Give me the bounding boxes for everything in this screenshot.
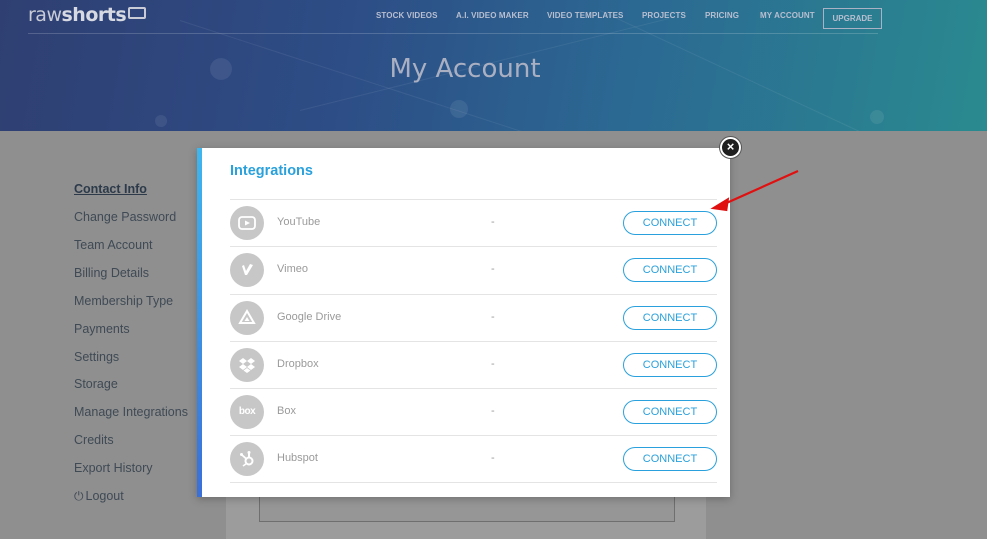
site-header: rawshorts STOCK VIDEOS A.I. VIDEO MAKER … (0, 0, 987, 131)
sidebar-item-contact-info[interactable]: Contact Info (74, 182, 147, 196)
integration-row-hubspot: Hubspot - CONNECT (230, 435, 717, 483)
upgrade-button[interactable]: UPGRADE (823, 8, 882, 29)
integration-name: Box (277, 405, 296, 418)
integration-row-vimeo: Vimeo - CONNECT (230, 246, 717, 293)
integration-row-box: box Box - CONNECT (230, 388, 717, 435)
integration-status: - (491, 405, 495, 418)
integration-status: - (491, 357, 495, 370)
modal-close-button[interactable]: × (720, 137, 741, 158)
rawshorts-logo[interactable]: rawshorts (28, 4, 147, 26)
power-icon: ⏻ (74, 489, 84, 503)
integration-name: Google Drive (277, 310, 342, 323)
connect-dropbox-button[interactable]: CONNECT (623, 352, 717, 377)
nav-video-templates[interactable]: VIDEO TEMPLATES (547, 11, 623, 20)
header-divider (28, 33, 878, 34)
sidebar-item-payments[interactable]: Payments (74, 322, 130, 336)
nav-stock-videos[interactable]: STOCK VIDEOS (376, 11, 438, 20)
integration-row-dropbox: Dropbox - CONNECT (230, 340, 717, 388)
page-title: My Account (389, 54, 541, 84)
sidebar-item-storage[interactable]: Storage (74, 377, 118, 391)
integration-status: - (491, 310, 495, 323)
google-drive-icon (230, 300, 264, 335)
integration-row-google-drive: Google Drive - CONNECT (230, 293, 717, 341)
integration-status: - (491, 263, 495, 276)
integrations-modal: Integrations YouTube - CONNECT Vimeo - C… (197, 148, 730, 497)
youtube-icon (230, 206, 264, 240)
integration-name: YouTube (277, 216, 321, 228)
dropbox-icon (230, 347, 264, 382)
sidebar-item-credits[interactable]: Credits (74, 433, 114, 447)
annotation-arrow-icon (710, 169, 799, 212)
integration-status: - (491, 216, 495, 228)
hubspot-icon (230, 442, 264, 477)
connect-vimeo-button[interactable]: CONNECT (623, 258, 717, 283)
integration-name: Hubspot (277, 452, 318, 465)
vimeo-icon (230, 253, 264, 288)
box-icon: box (230, 395, 264, 430)
nav-pricing[interactable]: PRICING (705, 11, 739, 20)
connect-google-drive-button[interactable]: CONNECT (623, 305, 717, 330)
integration-status: - (491, 452, 495, 465)
connect-hubspot-button[interactable]: CONNECT (623, 447, 717, 472)
nav-projects[interactable]: PROJECTS (642, 11, 686, 20)
sidebar-item-membership-type[interactable]: Membership Type (74, 294, 173, 308)
integrations-list: YouTube - CONNECT Vimeo - CONNECT Google… (230, 199, 717, 483)
sidebar-item-logout[interactable]: ⏻ Logout (74, 489, 124, 504)
integration-name: Vimeo (277, 263, 308, 276)
sidebar-item-export-history[interactable]: Export History (74, 461, 153, 475)
sidebar-item-billing-details[interactable]: Billing Details (74, 266, 149, 280)
sidebar-item-manage-integrations[interactable]: Manage Integrations (74, 405, 188, 419)
integration-row-youtube: YouTube - CONNECT (230, 199, 717, 246)
sidebar-item-team-account[interactable]: Team Account (74, 238, 153, 252)
connect-box-button[interactable]: CONNECT (623, 400, 717, 425)
nav-ai-video-maker[interactable]: A.I. VIDEO MAKER (456, 11, 529, 20)
modal-title: Integrations (230, 163, 313, 179)
sidebar-item-settings[interactable]: Settings (74, 350, 119, 364)
sidebar-item-change-password[interactable]: Change Password (74, 210, 176, 224)
integration-name: Dropbox (277, 357, 319, 370)
modal-accent-bar (197, 148, 202, 497)
nav-my-account[interactable]: MY ACCOUNT (760, 11, 815, 20)
logo-flag-icon (128, 7, 147, 19)
